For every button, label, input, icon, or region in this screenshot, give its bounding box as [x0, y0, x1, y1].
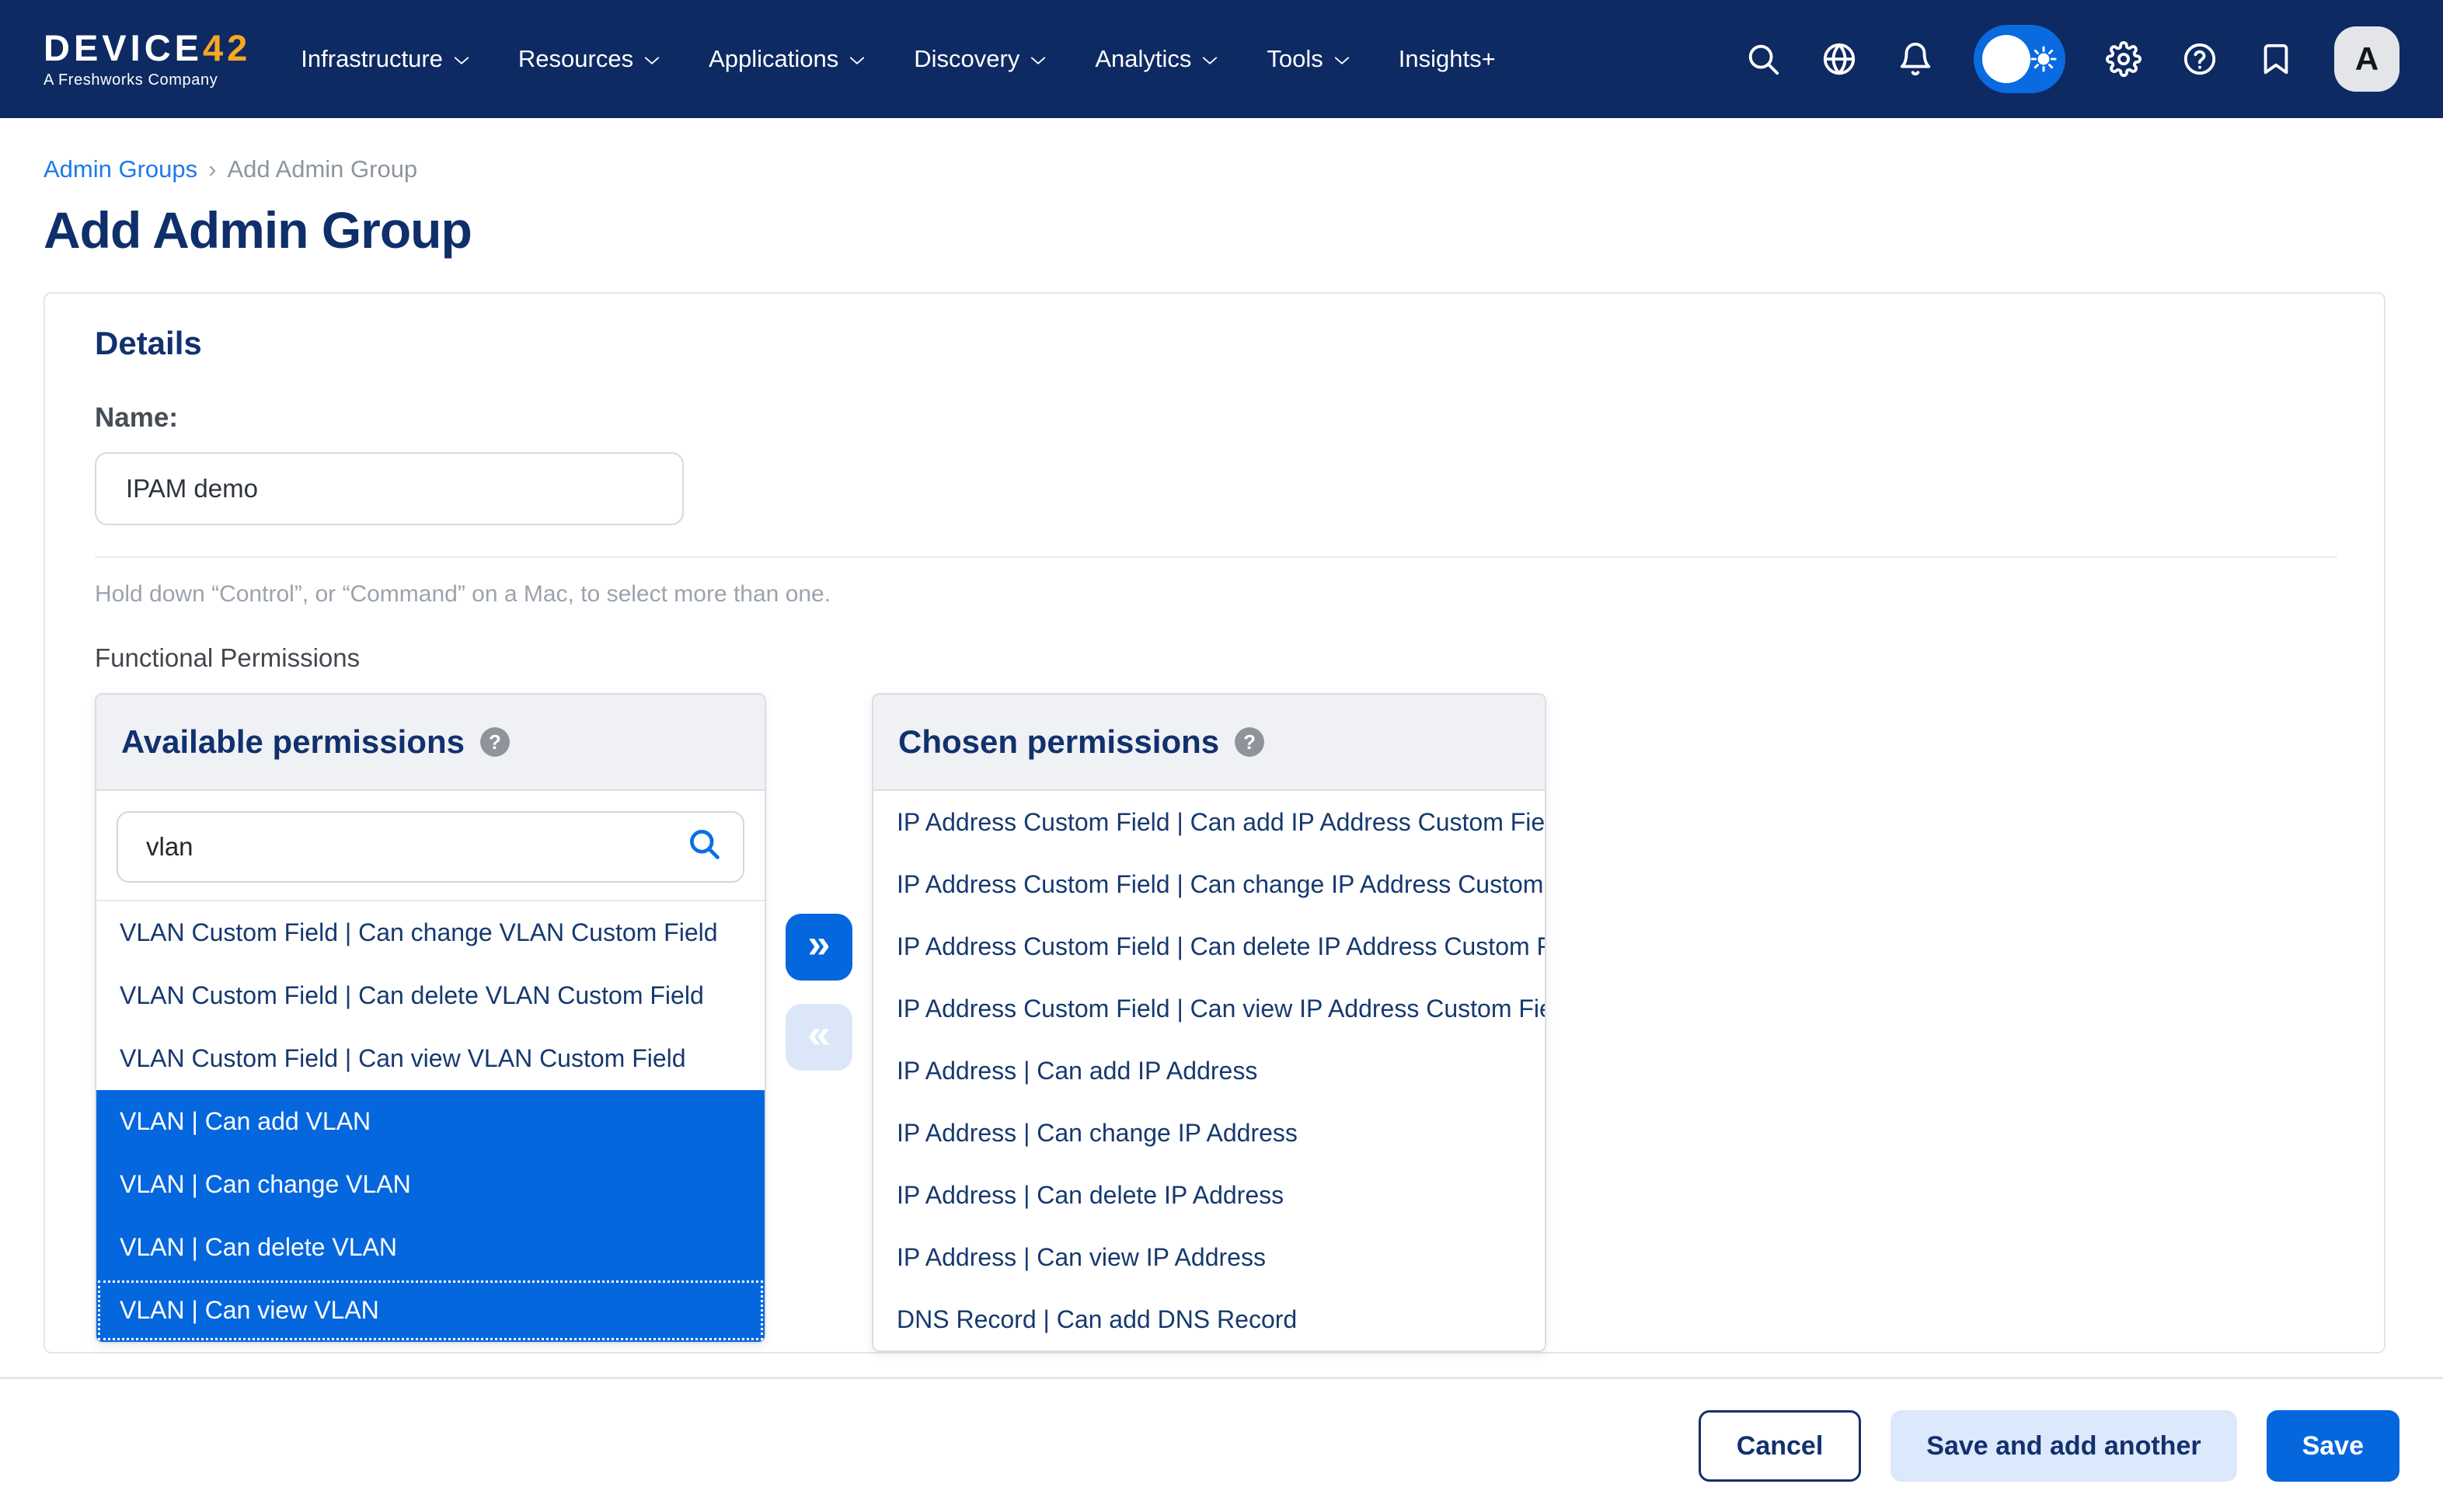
help-icon[interactable]: ?: [1235, 727, 1265, 757]
transfer-buttons: » «: [766, 693, 872, 1071]
chevron-down-icon: [644, 57, 660, 64]
page-title: Add Admin Group: [44, 201, 472, 259]
section-divider: [95, 556, 2337, 558]
gear-icon: [2106, 41, 2142, 77]
name-input[interactable]: [95, 452, 684, 525]
breadcrumb: Admin Groups › Add Admin Group: [44, 155, 2399, 183]
breadcrumb-current: Add Admin Group: [227, 155, 418, 183]
available-permission-item[interactable]: VLAN | Can view VLAN: [96, 1279, 765, 1342]
chosen-permissions-title: Chosen permissions: [898, 723, 1220, 760]
chevron-down-icon: [850, 57, 865, 64]
available-permissions-header: Available permissions ?: [96, 695, 765, 791]
chosen-permission-item[interactable]: IP Address Custom Field | Can add IP Add…: [873, 791, 1545, 853]
avatar[interactable]: A: [2334, 26, 2399, 92]
nav-item-resources[interactable]: Resources: [518, 45, 660, 73]
search-button[interactable]: [1745, 41, 1781, 77]
nav-item-applications[interactable]: Applications: [709, 45, 866, 73]
functional-permissions-label: Functional Permissions: [95, 643, 361, 672]
chosen-permission-item[interactable]: IP Address | Can delete IP Address: [873, 1164, 1545, 1226]
permissions-search: [96, 791, 765, 901]
save-and-add-another-button[interactable]: Save and add another: [1891, 1410, 2237, 1482]
cancel-button[interactable]: Cancel: [1698, 1410, 1862, 1482]
chevron-down-icon: [454, 57, 469, 64]
available-permission-item[interactable]: VLAN Custom Field | Can change VLAN Cust…: [96, 901, 765, 964]
sun-icon: [2030, 46, 2057, 72]
available-permission-item[interactable]: VLAN Custom Field | Can delete VLAN Cust…: [96, 964, 765, 1027]
nav-item-infrastructure[interactable]: Infrastructure: [301, 45, 470, 73]
nav-item-insights[interactable]: Insights+: [1399, 45, 1496, 73]
breadcrumb-link-admin-groups[interactable]: Admin Groups: [44, 155, 197, 183]
available-permissions-panel: Available permissions ? VLAN Custom Fiel…: [95, 693, 766, 1343]
available-permissions-list: VLAN Custom Field | Can change VLAN Cust…: [96, 901, 765, 1342]
chosen-permission-item[interactable]: IP Address | Can view IP Address: [873, 1226, 1545, 1288]
footer-actions: Cancel Save and add another Save: [0, 1379, 2443, 1482]
available-permission-item[interactable]: VLAN | Can delete VLAN: [96, 1216, 765, 1279]
chosen-permissions-panel: Chosen permissions ? IP Address Custom F…: [872, 693, 1546, 1352]
nav-item-analytics[interactable]: Analytics: [1095, 45, 1218, 73]
search-icon: [690, 830, 720, 859]
help-icon[interactable]: ?: [479, 727, 510, 757]
brand-tagline: A Freshworks Company: [44, 71, 218, 89]
nav-item-discovery[interactable]: Discovery: [914, 45, 1047, 73]
theme-toggle[interactable]: [1974, 25, 2065, 93]
move-left-button[interactable]: «: [786, 1004, 852, 1071]
move-right-button[interactable]: »: [786, 914, 852, 981]
chosen-permission-item[interactable]: DNS Record | Can add DNS Record: [873, 1288, 1545, 1350]
chevron-down-icon: [1031, 57, 1046, 64]
top-navigation-bar: DEVICE42 A Freshworks Company Infrastruc…: [0, 0, 2443, 118]
language-button[interactable]: [1821, 41, 1857, 77]
help-button[interactable]: [2182, 41, 2218, 77]
notifications-button[interactable]: [1898, 41, 1933, 77]
chevron-down-icon: [1203, 57, 1218, 64]
multi-select-hint: Hold down “Control”, or “Command” on a M…: [95, 581, 831, 607]
breadcrumb-separator: ›: [208, 155, 217, 183]
main-content: Admin Groups › Add Admin Group Add Admin…: [0, 118, 2443, 1353]
chosen-permissions-header: Chosen permissions ?: [873, 695, 1545, 791]
chosen-permissions-list: IP Address Custom Field | Can add IP Add…: [873, 791, 1545, 1350]
chosen-permission-item[interactable]: IP Address | Can change IP Address: [873, 1102, 1545, 1164]
form-card: Details Name: Hold down “Control”, or “C…: [44, 292, 2385, 1353]
save-button[interactable]: Save: [2266, 1410, 2399, 1482]
chosen-permission-item[interactable]: IP Address Custom Field | Can view IP Ad…: [873, 977, 1545, 1040]
bell-icon: [1900, 43, 1931, 75]
main-menu: Infrastructure Resources Applications Di…: [301, 45, 1495, 73]
bookmarks-button[interactable]: [2258, 41, 2294, 77]
chosen-permission-item[interactable]: IP Address | Can add IP Address: [873, 1040, 1545, 1102]
device42-logo[interactable]: DEVICE42 A Freshworks Company: [44, 30, 251, 89]
available-permission-item[interactable]: VLAN Custom Field | Can view VLAN Custom…: [96, 1027, 765, 1090]
available-permission-item[interactable]: VLAN | Can add VLAN: [96, 1090, 765, 1153]
chosen-permission-item[interactable]: IP Address Custom Field | Can delete IP …: [873, 915, 1545, 977]
chevron-down-icon: [1334, 57, 1349, 64]
help-icon: [2183, 43, 2216, 75]
chosen-permission-item[interactable]: IP Address Custom Field | Can change IP …: [873, 853, 1545, 915]
permissions-search-input[interactable]: [117, 811, 744, 883]
nav-actions: A: [1745, 25, 2399, 93]
nav-item-tools[interactable]: Tools: [1267, 45, 1350, 73]
name-label: Name:: [95, 402, 178, 433]
bookmark-icon: [2264, 44, 2288, 75]
settings-button[interactable]: [2106, 41, 2142, 77]
permissions-transfer-widget: Available permissions ? VLAN Custom Fiel…: [95, 693, 2337, 1352]
details-heading: Details: [95, 325, 202, 361]
globe-icon: [1823, 43, 1856, 75]
available-permission-item[interactable]: VLAN | Can change VLAN: [96, 1153, 765, 1216]
toggle-knob: [1982, 35, 2030, 83]
search-icon: [1748, 44, 1779, 75]
available-permissions-title: Available permissions: [121, 723, 465, 760]
brand-text: DEVICE42: [44, 26, 252, 68]
